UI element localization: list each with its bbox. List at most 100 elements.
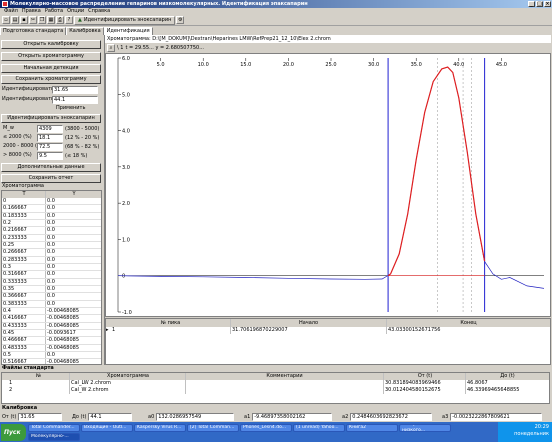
menu-help[interactable]: Справка: [88, 8, 110, 15]
table-row[interactable]: 0.2 0.0: [2, 219, 101, 228]
table-row[interactable]: 0.45 -0.0093617: [2, 329, 101, 338]
task-molecular-app[interactable]: Молекулярно-...: [28, 432, 80, 441]
peaks-col-end[interactable]: Конец: [387, 319, 550, 327]
table-row[interactable]: 0.233333 0.0: [2, 234, 101, 242]
col-y-header[interactable]: Y: [46, 191, 101, 198]
table-row[interactable]: 1 Cal_LW 2.chrom 30.831894083969466 46.8…: [2, 380, 549, 387]
std-num: 2: [8, 387, 70, 394]
calib-to-input[interactable]: 44.1: [88, 413, 133, 421]
tab-standard-prep[interactable]: Подготовка стандарта: [0, 27, 67, 35]
identify-from-input[interactable]: 31.65: [52, 86, 98, 94]
table-row[interactable]: 0.266667 0.0: [2, 249, 101, 257]
menu-options[interactable]: Опции: [67, 8, 84, 15]
save-report-button[interactable]: Сохранить отчет: [1, 174, 101, 183]
stat-high-value: 9.5: [37, 152, 63, 160]
calib-a0-input[interactable]: 132.0286957549: [156, 413, 235, 421]
task-kaspersky[interactable]: Kaspersky Virus R...: [134, 423, 186, 432]
chromatogram-table[interactable]: T Y 0 0.0 0.166667 0.0 0.183333 0.0 0.2 0.0 0.21…: [1, 190, 102, 365]
table-row[interactable]: 0.166667 0.0: [2, 205, 101, 213]
table-row[interactable]: 0.25 0.0: [2, 241, 101, 250]
table-row[interactable]: 0.3 0.0: [2, 263, 101, 272]
identify-to-input[interactable]: 44.1: [52, 96, 98, 104]
calib-a3: a3 -0.0023222867809621: [442, 413, 543, 421]
cell-y: -0.00468085: [47, 307, 80, 314]
table-row[interactable]: 0.333333 0.0: [2, 278, 101, 286]
standards-table[interactable]: № Хроматограмма Комментарии От (t) До (t…: [1, 372, 550, 404]
cell-y: 0.0: [47, 241, 55, 248]
initial-detection-button[interactable]: Начальная детекция: [1, 64, 101, 73]
toolbar-identify-button[interactable]: ▲ Идентифицировать эноксапарин: [74, 15, 176, 25]
maximize-button[interactable]: □: [536, 1, 543, 7]
print-icon[interactable]: ⎙: [56, 16, 64, 24]
table-row[interactable]: 0.35 0.0: [2, 285, 101, 294]
apply-button[interactable]: Применить: [56, 105, 85, 112]
close-button[interactable]: ×: [544, 1, 551, 7]
new-icon[interactable]: ▫: [2, 16, 10, 24]
std-col-chrom[interactable]: Хроматограмма: [70, 373, 186, 380]
table-row[interactable]: 0.383333 0.0: [2, 300, 101, 308]
table-row[interactable]: 0.366667 0.0: [2, 293, 101, 301]
settings-icon[interactable]: ⚙: [176, 16, 185, 24]
zoom-label: \ 1: [117, 44, 124, 51]
cell-y: -0.00468085: [47, 322, 80, 329]
extra-data-button[interactable]: Дополнительные данные: [1, 163, 101, 172]
calib-from-input[interactable]: 31.65: [18, 413, 63, 421]
copy-icon[interactable]: ❐: [38, 16, 46, 24]
peaks-table[interactable]: № пика Начало Конец ▸ 1 31.7061968702290…: [105, 318, 551, 365]
col-t-header[interactable]: T: [2, 191, 46, 198]
calib-a2-input[interactable]: 0.2484603692823672: [350, 413, 433, 421]
task-yahoo[interactable]: (1 unread) Yahoo...: [293, 423, 345, 432]
table-row[interactable]: 2 Cal_W 2.chrom 30.012404580152675 46.33…: [2, 387, 549, 394]
calib-a3-input[interactable]: -0.0023222867809621: [450, 413, 543, 421]
std-col-to[interactable]: До (t): [466, 373, 549, 380]
cell-y: 0.0: [47, 219, 55, 226]
x-tick-label: 10.0: [198, 62, 209, 68]
chart-svg[interactable]: 5.0 10.0 15.0 20.0 25.0 30.0 35.0 40.0 45.0 6.0 5.…: [106, 54, 550, 316]
std-col-from[interactable]: От (t): [384, 373, 466, 380]
menu-file[interactable]: Файл: [4, 8, 18, 15]
table-row[interactable]: 0.433333 -0.00468085: [2, 322, 101, 330]
cut-icon[interactable]: ✂: [29, 16, 37, 24]
task-excel[interactable]: Книга2: [346, 423, 398, 432]
std-col-comment[interactable]: Комментарии: [186, 373, 384, 380]
task-heparins-doc[interactable]: Гепарины низкого...: [399, 423, 451, 432]
save-icon[interactable]: ▪: [20, 16, 28, 24]
task-total-commander-2[interactable]: [2] Total Comman...: [187, 423, 239, 432]
calib-a1-input[interactable]: -9.46897358002162: [252, 413, 333, 421]
peaks-col-start[interactable]: Начало: [231, 319, 387, 327]
clock-time[interactable]: 20:29: [498, 424, 549, 431]
open-chromatogram-button[interactable]: Открыть хроматограмму: [1, 52, 101, 61]
paste-icon[interactable]: ▦: [47, 16, 55, 24]
table-row[interactable]: 0.283333 0.0: [2, 256, 101, 264]
peaks-col-number[interactable]: № пика: [111, 319, 231, 327]
table-row[interactable]: 0.416667 -0.00468085: [2, 315, 101, 323]
menu-work[interactable]: Работа: [45, 8, 63, 15]
open-icon[interactable]: ▤: [11, 16, 19, 24]
tab-identification[interactable]: Идентификация: [103, 27, 153, 35]
tab-calibration[interactable]: Калибровка: [66, 27, 104, 35]
zoom-icon[interactable]: ⌕: [107, 43, 115, 52]
table-row[interactable]: 0.483333 -0.00468085: [2, 344, 101, 352]
help-icon[interactable]: ?: [65, 16, 73, 24]
table-row[interactable]: 0.4 -0.00468085: [2, 307, 101, 316]
chromatogram-plot[interactable]: 5.0 10.0 15.0 20.0 25.0 30.0 35.0 40.0 45.0 6.0 5.…: [105, 53, 551, 317]
table-row[interactable]: 0.183333 0.0: [2, 212, 101, 220]
standards-section: Файлы стандарта № Хроматограмма Коммента…: [0, 365, 552, 405]
task-phones-doc[interactable]: Phones_Lesn4.do...: [240, 423, 292, 432]
std-col-num[interactable]: №: [8, 373, 70, 380]
minimize-button[interactable]: _: [528, 1, 535, 7]
save-chromatogram-button[interactable]: Сохранить хроматограмму: [1, 75, 101, 84]
table-row[interactable]: 0.5 0.0: [2, 351, 101, 360]
identify-enoxaparin-button[interactable]: Идентифицировать эноксапарин: [1, 114, 101, 123]
table-row[interactable]: 0 0.0: [2, 198, 101, 206]
menu-edit[interactable]: Правка: [22, 8, 41, 15]
open-calibration-button[interactable]: Открыть калибровку: [1, 40, 101, 49]
table-row[interactable]: 0.466667 -0.00468085: [2, 337, 101, 345]
task-outlook[interactable]: Входящие - Outl...: [81, 423, 133, 432]
table-row[interactable]: 0.316667 0.0: [2, 271, 101, 279]
start-button[interactable]: Пуск: [1, 423, 26, 441]
peak-start: 31.706196870229007: [231, 327, 387, 334]
task-total-commander[interactable]: Total Commander...: [28, 423, 80, 432]
table-row[interactable]: 0.216667 0.0: [2, 227, 101, 235]
table-row[interactable]: ▸ 1 31.706196870229007 43.03300152671756: [106, 327, 550, 334]
